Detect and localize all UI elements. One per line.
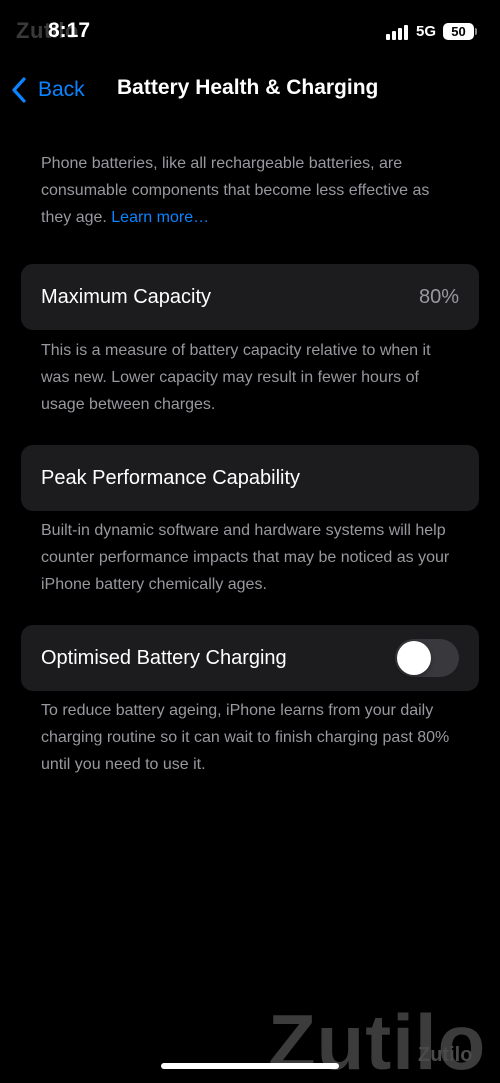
back-button[interactable]: Back bbox=[10, 74, 85, 106]
back-label: Back bbox=[38, 78, 85, 101]
optimised-charging-toggle[interactable] bbox=[395, 639, 459, 677]
maximum-capacity-label: Maximum Capacity bbox=[41, 286, 212, 308]
home-indicator[interactable] bbox=[161, 1063, 339, 1069]
optimised-charging-label: Optimised Battery Charging bbox=[41, 647, 287, 669]
maximum-capacity-cell: Maximum Capacity 80% bbox=[21, 264, 479, 330]
navigation-bar: Back Battery Health & Charging bbox=[0, 62, 500, 118]
optimised-charging-cell: Optimised Battery Charging bbox=[21, 625, 479, 691]
watermark-small: Zutilo bbox=[418, 1044, 473, 1066]
toggle-knob bbox=[397, 641, 431, 675]
learn-more-link[interactable]: Learn more… bbox=[111, 209, 209, 226]
status-bar: Zutilo 8:17 5G 50 bbox=[0, 0, 500, 62]
maximum-capacity-value: 80% bbox=[418, 286, 459, 308]
watermark-large: Zutilo bbox=[268, 998, 487, 1083]
cellular-signal-icon bbox=[386, 24, 410, 40]
page-title: Battery Health & Charging bbox=[117, 76, 379, 99]
peak-performance-label: Peak Performance Capability bbox=[41, 467, 301, 489]
network-type: 5G bbox=[416, 23, 437, 40]
peak-performance-footer: Built-in dynamic software and hardware s… bbox=[41, 522, 450, 593]
intro-body: Phone batteries, like all rechargeable b… bbox=[41, 155, 430, 226]
maximum-capacity-footer: This is a measure of battery capacity re… bbox=[41, 342, 431, 413]
battery-icon: 50 bbox=[443, 23, 474, 40]
status-time: 8:17 bbox=[48, 19, 91, 42]
intro-text: Phone batteries, like all rechargeable b… bbox=[41, 150, 461, 231]
chevron-left-icon bbox=[12, 77, 26, 103]
peak-performance-cell: Peak Performance Capability bbox=[21, 445, 479, 511]
optimised-charging-footer: To reduce battery ageing, iPhone learns … bbox=[41, 702, 450, 773]
battery-tip bbox=[475, 28, 477, 35]
